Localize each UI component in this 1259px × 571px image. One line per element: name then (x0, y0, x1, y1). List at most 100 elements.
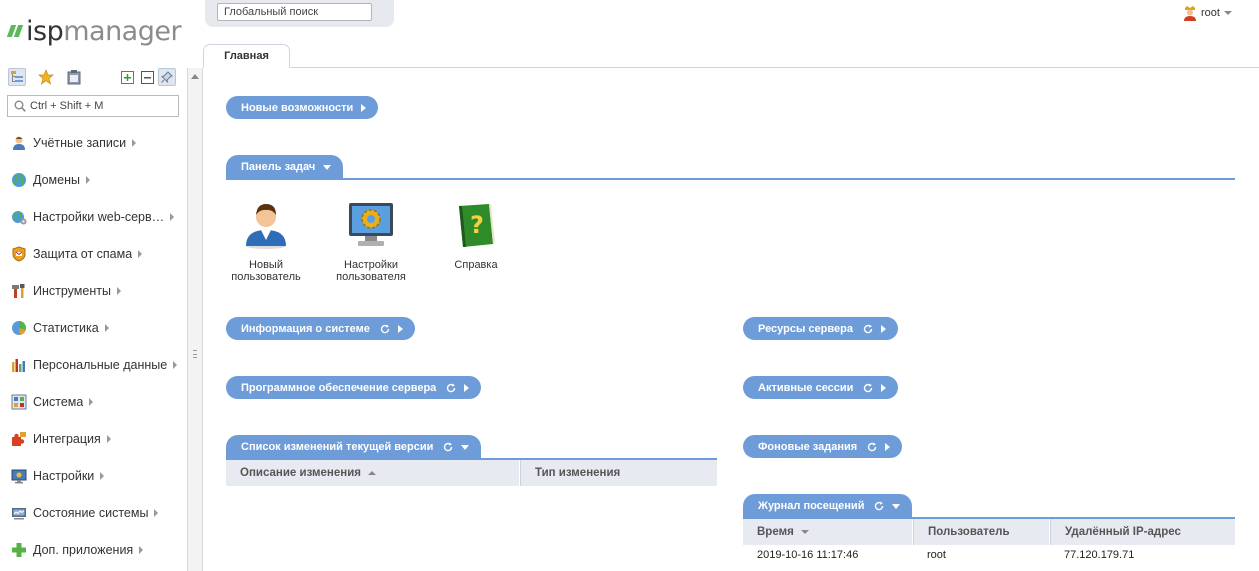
help-book-icon: ? (459, 204, 495, 247)
task-label-line2: пользователь (231, 271, 301, 283)
favorites-star-icon[interactable] (37, 68, 55, 86)
refresh-icon[interactable] (867, 442, 877, 452)
sidebar-item-accounts[interactable]: Учётные записи (0, 124, 187, 161)
sidebar-item-integration[interactable]: Интеграция (0, 420, 187, 457)
refresh-icon[interactable] (863, 383, 873, 393)
sidebar-item-label: Настройки web-серв… (33, 209, 165, 224)
sidebar-item-system-status[interactable]: Состояние системы (0, 494, 187, 531)
sidebar-item-system[interactable]: Система (0, 383, 187, 420)
puzzle-icon (11, 431, 27, 447)
column-label: Пользователь (928, 526, 1010, 538)
sidebar-item-statistics[interactable]: Статистика (0, 309, 187, 346)
widget-title: Список изменений текущей версии (241, 441, 434, 453)
pie-chart-icon (11, 320, 27, 336)
widget-title: Панель задач (241, 161, 316, 173)
visit-log-widget-header[interactable]: Журнал посещений (743, 494, 913, 518)
column-header-user[interactable]: Пользователь (913, 519, 1050, 545)
server-resources-widget-header[interactable]: Ресурсы сервера (743, 317, 898, 340)
refresh-icon[interactable] (380, 324, 390, 334)
logo-text-isp: isp (26, 15, 64, 47)
sidebar-item-label: Состояние системы (33, 505, 149, 520)
expand-icon (881, 383, 887, 392)
active-sessions-widget-header[interactable]: Активные сессии (743, 376, 899, 399)
expand-icon (885, 442, 891, 451)
sort-descending-icon (800, 530, 809, 534)
expand-icon (464, 383, 470, 392)
sidebar-item-personal-data[interactable]: Персональные данные (0, 346, 187, 383)
task-new-user[interactable]: Новый пользователь (221, 200, 311, 283)
sidebar-splitter[interactable] (187, 68, 203, 571)
sidebar-item-extra-apps[interactable]: Доп. приложения (0, 531, 187, 568)
settings-monitor-icon (11, 468, 27, 484)
menu-search-input[interactable] (30, 100, 170, 112)
username: root (1201, 7, 1220, 19)
widget-title: Фоновые задания (758, 440, 858, 453)
chevron-right-icon (139, 545, 144, 554)
collapse-icon (323, 164, 332, 170)
sidebar-item-settings[interactable]: Настройки (0, 457, 187, 494)
table-row[interactable]: 2019-10-16 11:17:46 root 77.120.179.71 (743, 545, 1235, 565)
task-user-settings[interactable]: Настройки пользователя (326, 200, 416, 283)
changelog-table-header: Описание изменения Тип изменения (226, 460, 717, 486)
widget-title: Журнал посещений (758, 500, 865, 512)
web-settings-icon (11, 209, 27, 225)
collapse-sidebar-icon[interactable] (191, 74, 199, 79)
taskbar-widget-header[interactable]: Панель задач (226, 155, 344, 179)
user-menu[interactable]: root (1183, 5, 1232, 21)
column-header-change-type[interactable]: Тип изменения (520, 460, 717, 486)
widget-title: Активные сессии (758, 381, 854, 394)
expand-icon (361, 103, 367, 112)
server-software-widget-header[interactable]: Программное обеспечение сервера (226, 376, 482, 399)
plus-icon (11, 542, 27, 558)
task-help[interactable]: ? Справка (431, 200, 521, 271)
chevron-right-icon (173, 360, 178, 369)
sidebar-item-spam-protection[interactable]: Защита от спама (0, 235, 187, 272)
whats-new-widget-header[interactable]: Новые возможности (226, 96, 379, 119)
pin-icon[interactable] (158, 68, 176, 86)
collapse-all-icon[interactable] (138, 68, 156, 86)
main-menu: Учётные записи Домены Настройки web-серв… (0, 124, 187, 568)
changelog-widget-header[interactable]: Список изменений текущей версии (226, 435, 482, 459)
splitter-grip-icon[interactable] (193, 350, 197, 358)
sidebar-item-label: Учётные записи (33, 135, 127, 150)
collapse-icon (461, 444, 470, 450)
logo-mark-icon (6, 25, 24, 37)
refresh-icon[interactable] (446, 383, 456, 393)
sidebar-item-tools[interactable]: Инструменты (0, 272, 187, 309)
tab-bar-line (205, 67, 1259, 68)
refresh-icon[interactable] (443, 442, 453, 452)
sidebar-item-domains[interactable]: Домены (0, 161, 187, 198)
sort-ascending-icon (367, 471, 376, 475)
background-tasks-widget-header[interactable]: Фоновые задания (743, 435, 903, 458)
bar-chart-icon (11, 357, 27, 373)
column-label: Описание изменения (240, 467, 361, 479)
isp-manager-logo: isp manager (6, 15, 182, 47)
sidebar-item-label: Домены (33, 172, 80, 187)
widget-title: Новые возможности (241, 101, 354, 114)
tree-view-icon[interactable] (8, 68, 26, 86)
tab-home[interactable]: Главная (203, 44, 290, 68)
task-label-line1: Справка (454, 259, 498, 271)
expand-all-icon[interactable] (118, 68, 136, 86)
system-info-widget-header[interactable]: Информация о системе (226, 317, 415, 340)
widget-title: Информация о системе (241, 322, 370, 335)
column-header-time[interactable]: Время (743, 519, 913, 545)
sidebar-item-web-settings[interactable]: Настройки web-серв… (0, 198, 187, 235)
sidebar-item-label: Система (33, 394, 84, 409)
sidebar-item-label: Инструменты (33, 283, 111, 298)
refresh-icon[interactable] (863, 324, 873, 334)
sidebar-item-label: Доп. приложения (33, 542, 134, 557)
refresh-icon[interactable] (874, 501, 884, 511)
column-header-description[interactable]: Описание изменения (226, 460, 520, 486)
user-settings-icon (349, 203, 393, 246)
column-header-remote-ip[interactable]: Удалённый IP-адрес (1050, 519, 1235, 545)
column-label: Тип изменения (535, 467, 621, 479)
column-label: Время (757, 526, 794, 538)
chevron-down-icon (1223, 11, 1232, 15)
sidebar-item-label: Статистика (33, 320, 99, 335)
clipboard-icon[interactable] (65, 68, 83, 86)
global-search-input[interactable] (217, 3, 372, 21)
menu-search-field[interactable] (7, 95, 179, 117)
cell-remote-ip: 77.120.179.71 (1064, 549, 1135, 561)
task-label-line1: Настройки (344, 259, 398, 271)
